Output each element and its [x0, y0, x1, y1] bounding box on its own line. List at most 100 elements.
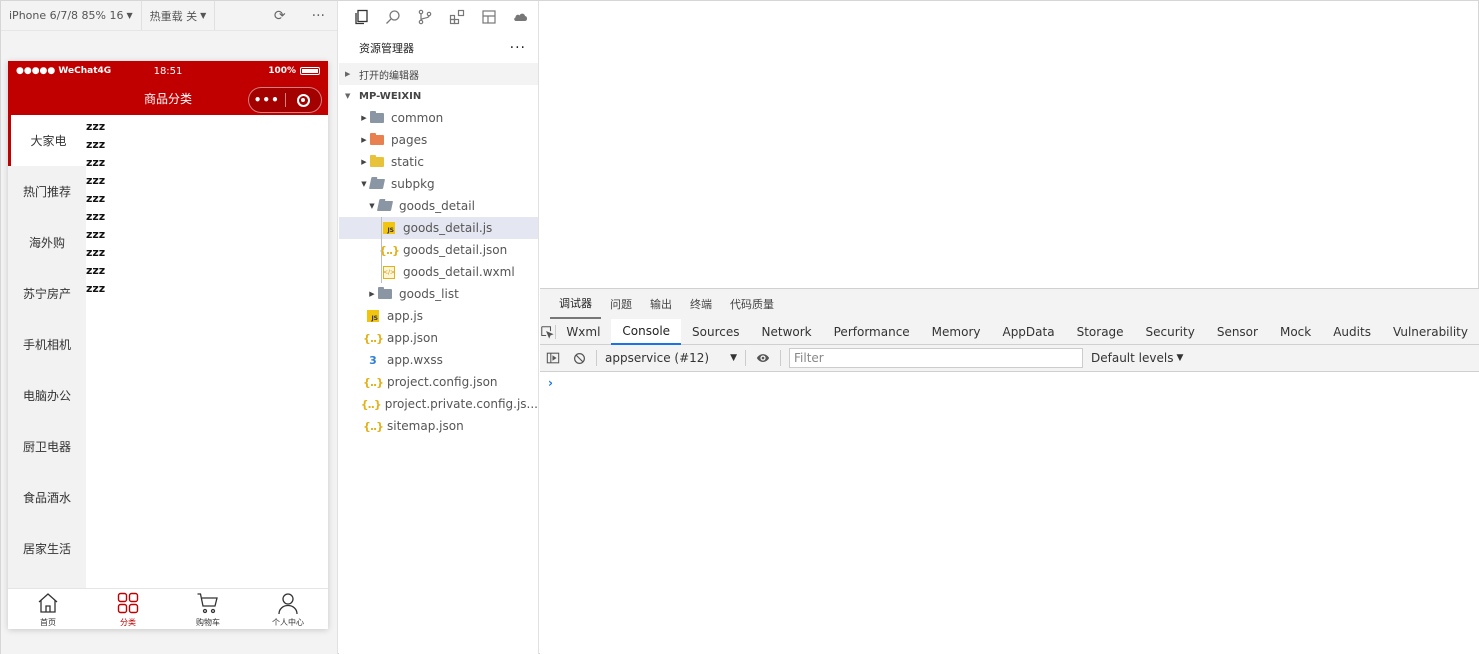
- capsule-menu-button[interactable]: •••: [249, 93, 285, 107]
- devtools-tab-storage[interactable]: Storage: [1066, 319, 1135, 345]
- devtools-tab-appdata[interactable]: AppData: [991, 319, 1065, 345]
- category-menu-item[interactable]: 居家生活: [8, 523, 86, 574]
- devtools-tab-console[interactable]: Console: [611, 318, 682, 345]
- chevron-down-icon: ▼: [730, 353, 737, 363]
- console-filter-input[interactable]: [789, 348, 1083, 368]
- category-menu-item[interactable]: 手机相机: [8, 319, 86, 370]
- devtools-tabs: Wxml Console Sources Network Performance Memo…: [540, 318, 1479, 345]
- log-levels-dropdown[interactable]: Default levels ▼: [1091, 351, 1183, 365]
- devtools-tab-performance[interactable]: Performance: [823, 319, 921, 345]
- indent-guide: [381, 239, 382, 261]
- sidebar-toggle-icon[interactable]: [540, 351, 566, 365]
- file-name: app.js: [387, 309, 423, 323]
- tab-user[interactable]: 个人中心: [248, 589, 328, 629]
- sub-category-list: zzz zzz zzz zzz zzz zzz zzz zzz zzz zzz: [86, 115, 328, 588]
- devtools-tab-wxml[interactable]: Wxml: [555, 319, 611, 345]
- hot-reload-toggle[interactable]: 热重载 关 ▼: [142, 1, 216, 30]
- folder-item[interactable]: ▼ subpkg: [339, 173, 538, 195]
- more-actions-icon[interactable]: ···: [510, 40, 526, 56]
- more-icon[interactable]: ···: [312, 8, 325, 24]
- list-item: zzz: [86, 156, 106, 169]
- tab-label: 购物车: [196, 617, 220, 627]
- clear-console-icon[interactable]: [566, 352, 592, 365]
- devtools-tab-sensor[interactable]: Sensor: [1206, 319, 1269, 345]
- file-name: common: [391, 111, 444, 125]
- category-menu-item[interactable]: 热门推荐: [8, 166, 86, 217]
- capsule-close-button[interactable]: [286, 93, 322, 107]
- source-control-icon[interactable]: [409, 1, 441, 33]
- project-label: MP-WEIXIN: [359, 90, 422, 102]
- category-menu-item[interactable]: 电脑办公: [8, 370, 86, 421]
- inspect-element-icon[interactable]: [540, 325, 555, 339]
- nav-title: 商品分类: [143, 91, 192, 106]
- context-selector[interactable]: appservice (#12) ▼: [601, 351, 741, 365]
- extensions-icon[interactable]: [441, 1, 473, 33]
- devtools-tab-memory[interactable]: Memory: [921, 319, 992, 345]
- category-menu-item[interactable]: 苏宁房产: [8, 268, 86, 319]
- file-item[interactable]: {..} goods_detail.json: [339, 239, 538, 261]
- folder-item[interactable]: ▶ common: [339, 107, 538, 129]
- devtools-tab-sources[interactable]: Sources: [681, 319, 750, 345]
- panel-tab[interactable]: 输出: [641, 289, 681, 319]
- cloud-icon[interactable]: [505, 1, 537, 33]
- search-icon[interactable]: [377, 1, 409, 33]
- chevron-down-icon: ▼: [369, 202, 375, 210]
- category-menu-item[interactable]: 食品酒水: [8, 472, 86, 523]
- file-item[interactable]: JS app.js: [339, 305, 538, 327]
- file-item[interactable]: {..} project.config.json: [339, 371, 538, 393]
- device-selector[interactable]: iPhone 6/7/8 85% 16 ▼: [1, 1, 142, 30]
- file-item[interactable]: {..} project.private.config.js...: [339, 393, 538, 415]
- file-item[interactable]: </> goods_detail.wxml: [339, 261, 538, 283]
- tab-home[interactable]: 首页: [8, 589, 88, 629]
- devtools-tab-security[interactable]: Security: [1135, 319, 1206, 345]
- panel-tab[interactable]: 终端: [681, 289, 721, 319]
- devtools-tab-audits[interactable]: Audits: [1322, 319, 1382, 345]
- devtools-tab-mock[interactable]: Mock: [1269, 319, 1322, 345]
- devtools-tab-network[interactable]: Network: [751, 319, 823, 345]
- panel-tab[interactable]: 调试器: [550, 289, 601, 319]
- tab-category-grid[interactable]: 分类: [88, 589, 168, 629]
- file-item[interactable]: 3 app.wxss: [339, 349, 538, 371]
- open-editors-label: 打开的编辑器: [359, 70, 419, 82]
- tab-cart[interactable]: 购物车: [168, 589, 248, 629]
- folder-item[interactable]: ▼ goods_detail: [339, 195, 538, 217]
- file-name: goods_detail.json: [403, 243, 508, 257]
- js-file-icon: JS: [381, 221, 397, 235]
- panel-tab[interactable]: 代码质量: [721, 289, 783, 319]
- file-name: goods_detail.js: [403, 221, 493, 235]
- console-output[interactable]: ›: [540, 372, 1479, 394]
- layout-icon[interactable]: [473, 1, 505, 33]
- status-time: 18:51: [153, 65, 183, 77]
- open-editors-section[interactable]: ▶ 打开的编辑器: [339, 63, 538, 85]
- category-menu-item[interactable]: 海外购: [8, 217, 86, 268]
- refresh-icon[interactable]: ⟳: [274, 8, 286, 24]
- file-name: project.private.config.js...: [384, 397, 538, 411]
- folder-item[interactable]: ▶ static: [339, 151, 538, 173]
- folder-icon: [369, 111, 385, 125]
- file-item[interactable]: JS goods_detail.js: [339, 217, 538, 239]
- list-item: zzz: [86, 210, 106, 223]
- file-item[interactable]: {..} app.json: [339, 327, 538, 349]
- chevron-right-icon: ▶: [361, 136, 367, 144]
- file-name: pages: [391, 133, 428, 147]
- panel-tab[interactable]: 问题: [601, 289, 641, 319]
- divider: [745, 350, 746, 366]
- category-menu-item[interactable]: 厨卫电器: [8, 421, 86, 472]
- eye-icon[interactable]: [750, 351, 776, 365]
- folder-icon: [369, 133, 385, 147]
- category-menu-item[interactable]: 大家电: [8, 115, 86, 166]
- js-file-icon: JS: [365, 309, 381, 323]
- json-file-icon: {..}: [362, 331, 384, 345]
- folder-icon: [377, 287, 393, 301]
- list-item: zzz: [86, 282, 106, 295]
- file-item[interactable]: {..} sitemap.json: [339, 415, 538, 437]
- devtools-tab-vulnerability[interactable]: Vulnerability: [1382, 319, 1479, 345]
- device-label: iPhone 6/7/8 85% 16: [9, 9, 124, 22]
- files-icon[interactable]: [345, 1, 377, 33]
- status-bar: ●●●●● WeChat4G 18:51 100%: [8, 61, 328, 81]
- tab-label: 首页: [40, 617, 56, 627]
- folder-item[interactable]: ▶ goods_list: [339, 283, 538, 305]
- project-section[interactable]: ▼ MP-WEIXIN: [339, 85, 538, 107]
- list-item: zzz: [86, 120, 106, 133]
- folder-item[interactable]: ▶ pages: [339, 129, 538, 151]
